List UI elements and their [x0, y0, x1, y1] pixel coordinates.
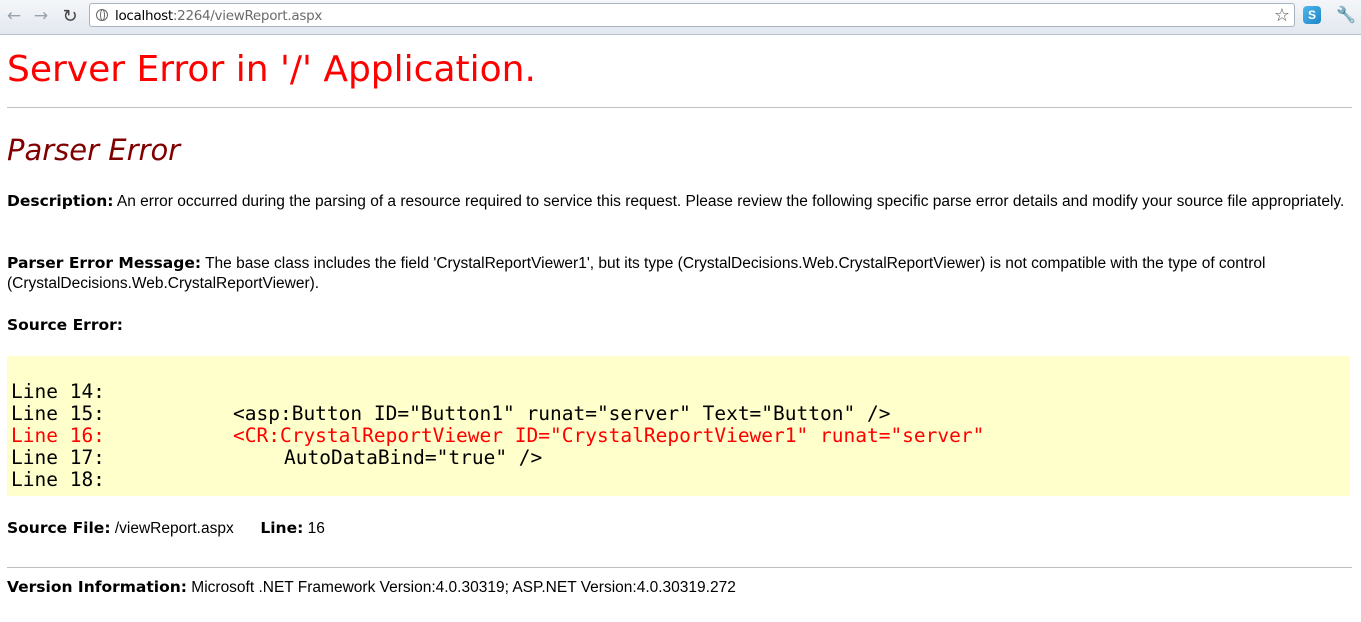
back-arrow-icon[interactable]: ←	[3, 5, 25, 27]
skype-extension-icon[interactable]: S	[1303, 6, 1321, 24]
reload-icon[interactable]: ↻	[59, 5, 81, 27]
source-code-box: Line 14: Line 15: <asp:Button ID="Button1…	[7, 356, 1350, 496]
line-number: Line 18:	[11, 468, 105, 491]
page-title: Server Error in '/' Application.	[7, 49, 536, 90]
forward-arrow-icon[interactable]: →	[30, 5, 52, 27]
code-line-error: Line 16: <CR:CrystalReportViewer ID="Crys…	[11, 424, 984, 447]
line-number: Line 15:	[11, 402, 105, 425]
line-code: <asp:Button ID="Button1" runat="server" …	[233, 402, 891, 425]
url-path: :2264/viewReport.aspx	[172, 8, 323, 24]
source-file-label: Source File:	[7, 519, 111, 537]
error-subtitle: Parser Error	[7, 133, 181, 167]
source-error-heading: Source Error:	[7, 315, 1352, 336]
line-number: Line 14:	[11, 380, 105, 403]
line-number: Line 16:	[11, 424, 105, 447]
version-text: Microsoft .NET Framework Version:4.0.303…	[191, 579, 736, 596]
line-code: AutoDataBind="true" />	[284, 446, 543, 469]
bookmark-star-icon[interactable]: ☆	[1274, 5, 1290, 26]
version-label: Version Information:	[7, 578, 187, 596]
description-paragraph: Description: An error occurred during th…	[7, 191, 1352, 212]
version-paragraph: Version Information: Microsoft .NET Fram…	[7, 577, 1352, 598]
source-file-value: /viewReport.aspx	[114, 520, 234, 537]
code-line: Line 18:	[11, 469, 105, 491]
source-error-label: Source Error:	[7, 316, 123, 334]
wrench-menu-icon[interactable]: 🔧	[1336, 6, 1356, 24]
line-number: Line 17:	[11, 446, 105, 469]
url-text[interactable]: localhost:2264/viewReport.aspx	[115, 8, 322, 24]
line-code: <CR:CrystalReportViewer ID="CrystalRepor…	[233, 424, 985, 447]
description-label: Description:	[7, 192, 114, 210]
version-divider	[7, 567, 1352, 568]
code-line: Line 14:	[11, 381, 105, 403]
globe-icon	[96, 9, 108, 21]
line-value: 16	[307, 520, 325, 537]
code-line: Line 17: AutoDataBind="true" />	[11, 446, 542, 469]
url-host: localhost	[115, 8, 173, 24]
parser-message-paragraph: Parser Error Message: The base class inc…	[7, 253, 1352, 294]
line-label: Line:	[260, 519, 304, 537]
description-text: An error occurred during the parsing of …	[116, 193, 1345, 210]
code-line: Line 15: <asp:Button ID="Button1" runat="…	[11, 402, 890, 425]
address-bar[interactable]: localhost:2264/viewReport.aspx ☆	[89, 3, 1295, 27]
title-divider	[7, 107, 1352, 108]
parser-message-label: Parser Error Message:	[7, 254, 202, 272]
source-file-paragraph: Source File: /viewReport.aspx Line: 16	[7, 518, 1352, 539]
browser-toolbar: ← → ↻ localhost:2264/viewReport.aspx ☆ S…	[0, 0, 1361, 35]
